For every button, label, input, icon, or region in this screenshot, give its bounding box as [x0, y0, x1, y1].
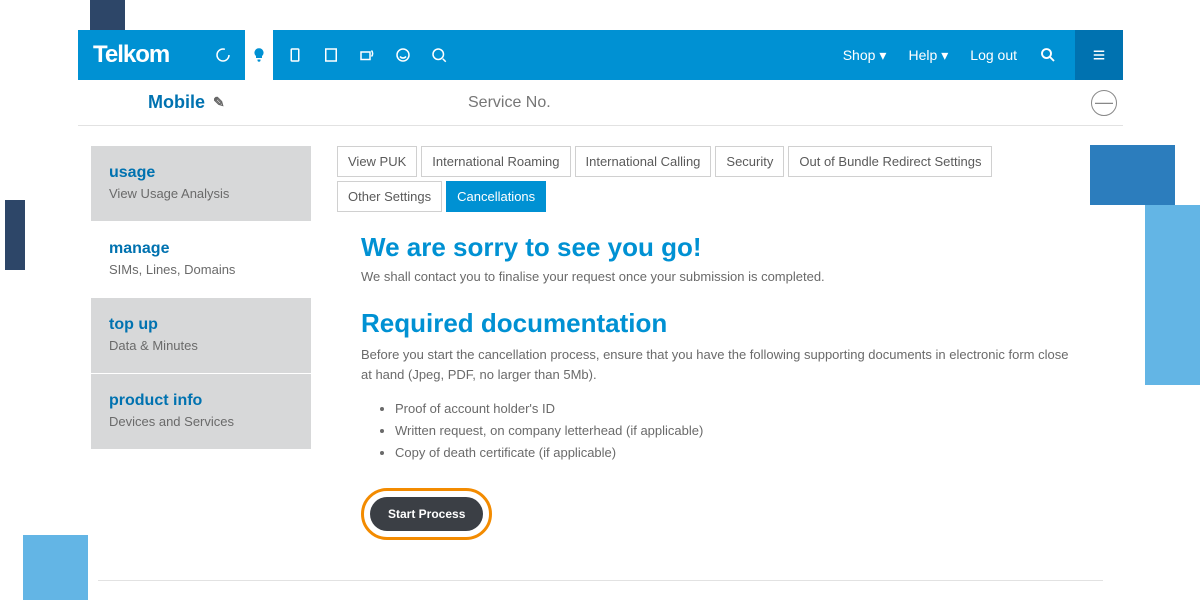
start-process-button[interactable]: Start Process [370, 497, 483, 531]
sidebar: usage View Usage Analysis manage SIMs, L… [91, 146, 311, 540]
chevron-down-icon: ▾ [879, 47, 886, 64]
tab-view-puk[interactable]: View PUK [337, 146, 417, 177]
sidebar-item-title: product info [109, 392, 293, 410]
sidebar-item-usage[interactable]: usage View Usage Analysis [91, 146, 311, 222]
help-label: Help [908, 47, 937, 63]
top-nav: Telkom Shop▾ Help▾ Log out [78, 30, 1123, 80]
tab-other-settings[interactable]: Other Settings [337, 181, 442, 212]
brand-logo: Telkom [93, 41, 169, 69]
shop-label: Shop [843, 47, 876, 63]
spinner-icon[interactable] [209, 30, 237, 80]
sidebar-item-sub: Devices and Services [109, 414, 293, 429]
building-icon[interactable] [317, 30, 345, 80]
lead-text: We shall contact you to finalise your re… [361, 269, 1073, 284]
docs-intro: Before you start the cancellation proces… [361, 345, 1073, 384]
start-process-highlight: Start Process [361, 488, 492, 540]
doc-item: Copy of death certificate (if applicable… [395, 442, 1073, 464]
shop-menu[interactable]: Shop▾ [843, 47, 887, 64]
sidebar-item-topup[interactable]: top up Data & Minutes [91, 298, 311, 374]
logout-label: Log out [970, 47, 1017, 63]
sidebar-item-manage[interactable]: manage SIMs, Lines, Domains [91, 222, 311, 298]
docs-list: Proof of account holder's IDWritten requ… [395, 398, 1073, 464]
tab-security[interactable]: Security [715, 146, 784, 177]
sidebar-item-title: usage [109, 164, 293, 182]
section-title-text: Mobile [148, 92, 205, 113]
search-at-icon[interactable] [425, 30, 453, 80]
help-menu[interactable]: Help▾ [908, 47, 948, 64]
main-panel: View PUKInternational RoamingInternation… [311, 146, 1123, 540]
section-title: Mobile ✎ [148, 92, 225, 113]
doc-item: Proof of account holder's ID [395, 398, 1073, 420]
sidebar-item-sub: View Usage Analysis [109, 186, 293, 201]
tab-cancellations[interactable]: Cancellations [446, 181, 546, 212]
tab-international-calling[interactable]: International Calling [575, 146, 712, 177]
tab-out-of-bundle-redirect-settings[interactable]: Out of Bundle Redirect Settings [788, 146, 992, 177]
nav-menu: Shop▾ Help▾ Log out [843, 46, 1057, 64]
heading-docs: Required documentation [361, 308, 1073, 339]
bulb-icon[interactable] [245, 30, 273, 80]
decor-block [1145, 205, 1200, 385]
tab-bar: View PUKInternational RoamingInternation… [337, 146, 1097, 212]
hamburger-menu[interactable] [1075, 30, 1123, 80]
logout-link[interactable]: Log out [970, 47, 1017, 63]
chevron-down-icon: ▾ [941, 47, 948, 64]
content-area: We are sorry to see you go! We shall con… [337, 232, 1097, 540]
doc-item: Written request, on company letterhead (… [395, 420, 1073, 442]
wifi-card-icon[interactable] [353, 30, 381, 80]
collapse-toggle[interactable]: — [1091, 90, 1117, 116]
sidebar-item-productinfo[interactable]: product info Devices and Services [91, 374, 311, 450]
sub-header: Mobile ✎ Service No. — [78, 80, 1123, 126]
nav-icon-row [209, 30, 453, 80]
sidebar-item-sub: SIMs, Lines, Domains [109, 262, 293, 277]
heading-sorry: We are sorry to see you go! [361, 232, 1073, 263]
divider [98, 580, 1103, 581]
device-icon[interactable] [281, 30, 309, 80]
tab-international-roaming[interactable]: International Roaming [421, 146, 570, 177]
search-icon[interactable] [1039, 46, 1057, 64]
sidebar-item-title: manage [109, 240, 293, 258]
edit-icon[interactable]: ✎ [213, 94, 225, 111]
service-number-label: Service No. [468, 94, 551, 112]
sidebar-item-title: top up [109, 316, 293, 334]
sidebar-item-sub: Data & Minutes [109, 338, 293, 353]
decor-block [5, 200, 25, 270]
support-icon[interactable] [389, 30, 417, 80]
